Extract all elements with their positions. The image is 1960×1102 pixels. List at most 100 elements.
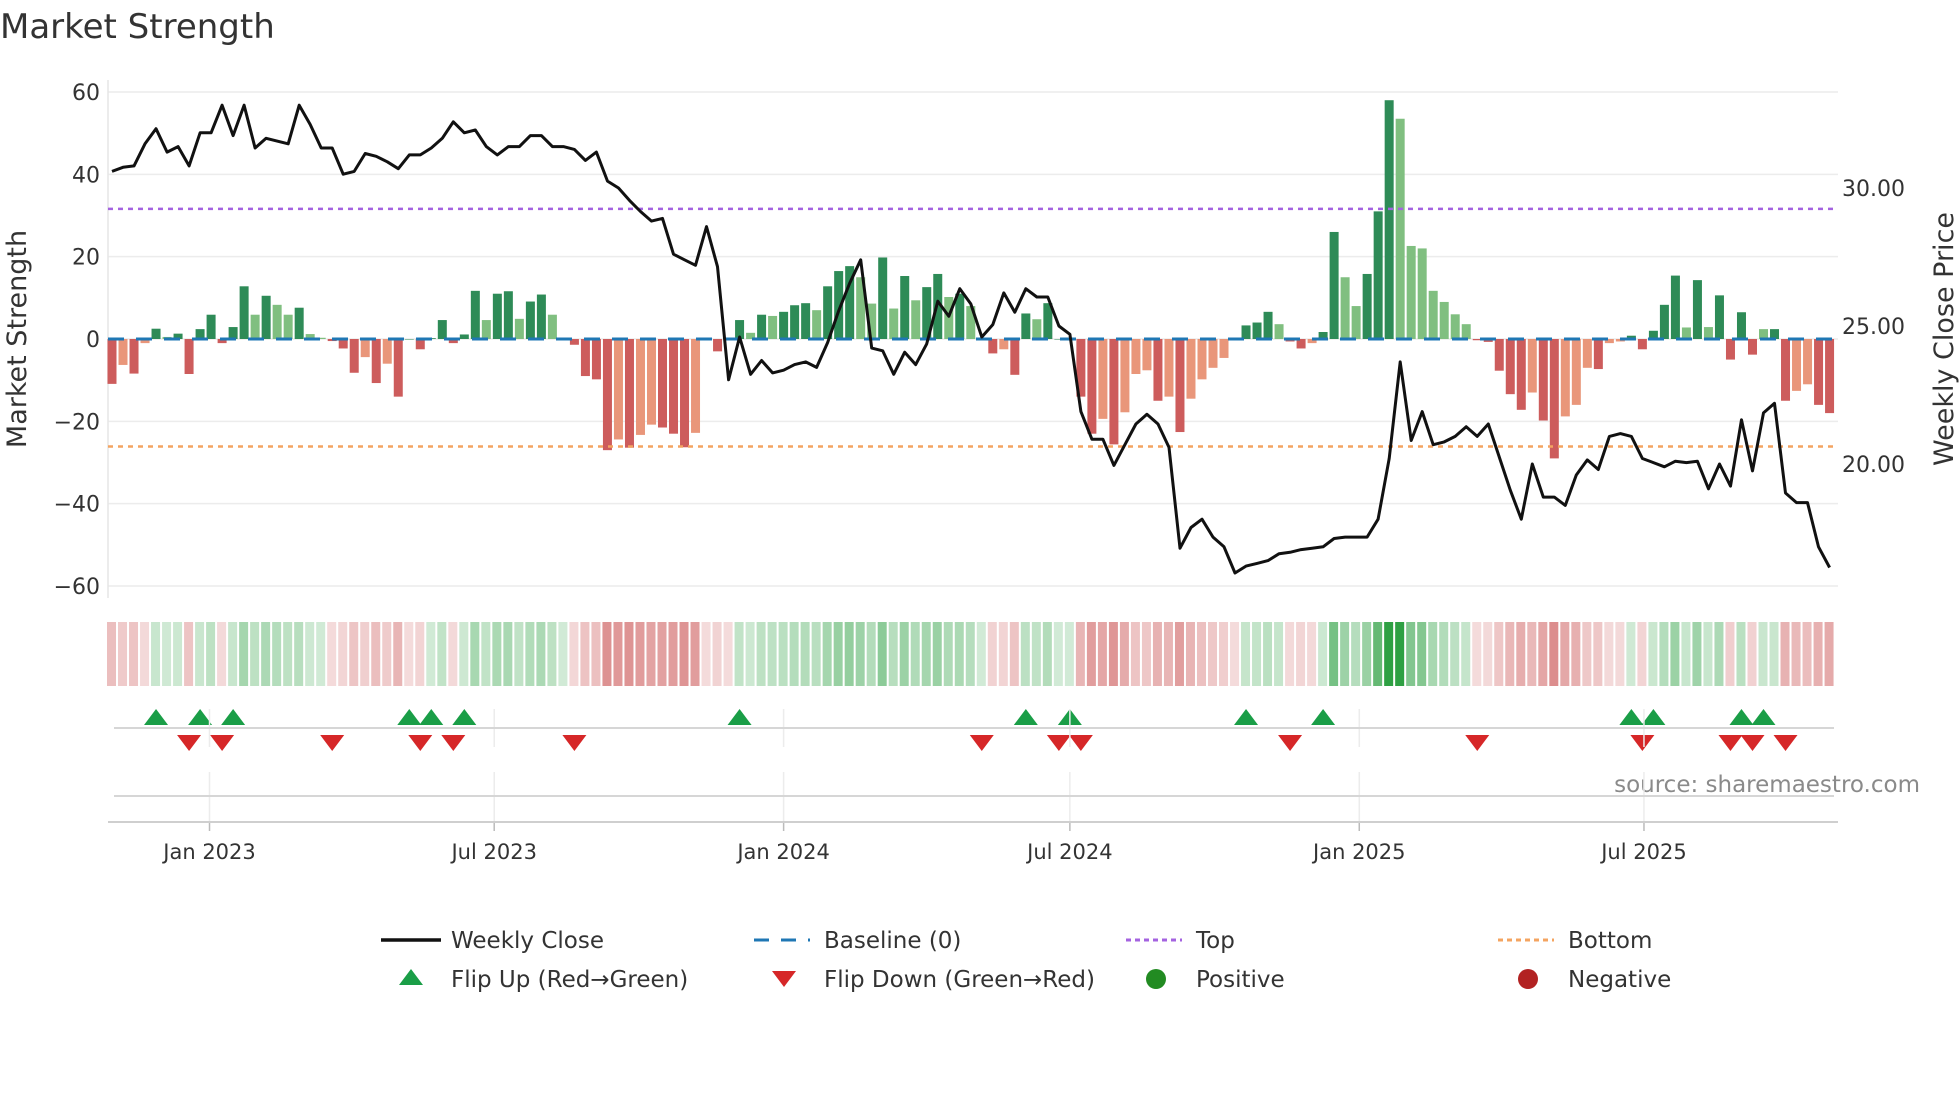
strength-bar — [459, 334, 469, 339]
legend-label: Flip Down (Green→Red) — [824, 967, 1095, 993]
regime-cell — [514, 622, 524, 686]
strength-bar — [1340, 277, 1350, 339]
legend-item: Flip Up (Red→Green) — [399, 967, 688, 993]
strength-bar — [1164, 339, 1174, 397]
triangle-up-icon — [399, 969, 423, 985]
strength-bar — [1131, 339, 1141, 374]
regime-cell — [1196, 622, 1206, 686]
flip-down-marker — [1278, 735, 1303, 751]
regime-cell — [976, 622, 986, 686]
strength-bar — [151, 328, 161, 339]
strength-bar — [1406, 245, 1416, 339]
flip-up-marker — [727, 709, 752, 725]
regime-cell — [624, 622, 634, 686]
strength-bar — [1505, 339, 1515, 395]
strength-bar — [1781, 339, 1791, 401]
regime-cell — [1119, 622, 1129, 686]
strength-bar — [481, 320, 491, 339]
regime-cell — [426, 622, 436, 686]
regime-cell — [1736, 622, 1746, 686]
legend-item: Bottom — [1498, 928, 1652, 954]
strength-bar — [1032, 319, 1042, 339]
flip-up-marker — [1234, 709, 1259, 725]
strength-bar — [591, 339, 601, 380]
strength-bar — [1792, 339, 1802, 391]
strength-bar — [713, 339, 723, 352]
regime-cell — [140, 622, 150, 686]
flip-up-marker — [1311, 709, 1336, 725]
market-strength-chart: Market Strength Market Strength Weekly C… — [0, 7, 1960, 993]
y-tick-label: 60 — [72, 81, 100, 106]
flip-up-marker — [1751, 709, 1776, 725]
regime-cell — [1340, 622, 1350, 686]
regime-cell — [1516, 622, 1526, 686]
regime-cell — [1725, 622, 1735, 686]
strength-bar — [1825, 339, 1835, 414]
legend-item: Negative — [1518, 967, 1671, 993]
regime-cell — [1351, 622, 1361, 686]
x-axis: Jan 2023 Jul 2023 Jan 2024 Jul 2024 Jan 2025… — [108, 709, 1838, 864]
strength-bar — [1252, 322, 1262, 339]
regime-cell — [1626, 622, 1636, 686]
y-tick-label: 20 — [72, 246, 100, 271]
strength-bar — [911, 300, 921, 339]
regime-cell — [1097, 622, 1107, 686]
x-tick-label: Jul 2025 — [1599, 840, 1686, 864]
regime-cell — [1769, 622, 1779, 686]
flip-up-marker — [1013, 709, 1038, 725]
regime-cell — [932, 622, 942, 686]
strength-bar — [129, 339, 139, 374]
strength-bar — [691, 339, 701, 433]
regime-cell — [1747, 622, 1757, 686]
strength-bar — [646, 339, 656, 425]
regime-cell — [217, 622, 227, 686]
regime-cell — [1824, 622, 1834, 686]
strength-bar — [1659, 304, 1669, 339]
regime-cell — [228, 622, 238, 686]
strength-bar — [1087, 339, 1097, 434]
flip-up-marker — [397, 709, 422, 725]
strength-bar — [900, 276, 910, 339]
regime-cell — [107, 622, 116, 686]
strength-bar — [525, 301, 535, 339]
flip-down-marker — [1773, 735, 1798, 751]
regime-cell — [1593, 622, 1603, 686]
regime-cell — [250, 622, 260, 686]
strength-bar — [1560, 339, 1570, 417]
strength-bar — [294, 307, 304, 339]
x-tick-label: Jul 2024 — [1025, 840, 1112, 864]
strength-bar — [349, 339, 359, 373]
strength-bar — [228, 327, 238, 339]
regime-cell — [899, 622, 909, 686]
strength-bar — [779, 311, 789, 339]
regime-cell — [1086, 622, 1096, 686]
strength-bar — [1428, 290, 1438, 339]
strength-bar — [1384, 100, 1394, 340]
regime-cell — [239, 622, 249, 686]
regime-cell — [558, 622, 568, 686]
source-note: source: sharemaestro.com — [1614, 772, 1920, 798]
regime-cell — [1571, 622, 1581, 686]
regime-cell — [404, 622, 414, 686]
regime-cell — [1296, 622, 1306, 686]
regime-cell — [382, 622, 392, 686]
regime-cell — [580, 622, 590, 686]
regime-cell — [1582, 622, 1592, 686]
legend-label: Weekly Close — [451, 928, 604, 954]
strength-bar — [1527, 339, 1537, 393]
strength-bar — [1186, 339, 1196, 399]
regime-cell — [470, 622, 480, 686]
legend-item: Flip Down (Green→Red) — [772, 967, 1095, 993]
regime-cell — [1450, 622, 1460, 686]
circle-negative-icon — [1518, 969, 1538, 989]
regime-cell — [1141, 622, 1151, 686]
strength-bar — [1637, 339, 1647, 350]
regime-cell — [1758, 622, 1768, 686]
flip-down-marker — [320, 735, 345, 751]
regime-cell — [448, 622, 458, 686]
regime-cell — [1428, 622, 1438, 686]
flip-down-marker — [1630, 735, 1655, 751]
strength-bar — [757, 314, 767, 339]
regime-cell — [778, 622, 788, 686]
strength-bar — [1329, 231, 1339, 339]
